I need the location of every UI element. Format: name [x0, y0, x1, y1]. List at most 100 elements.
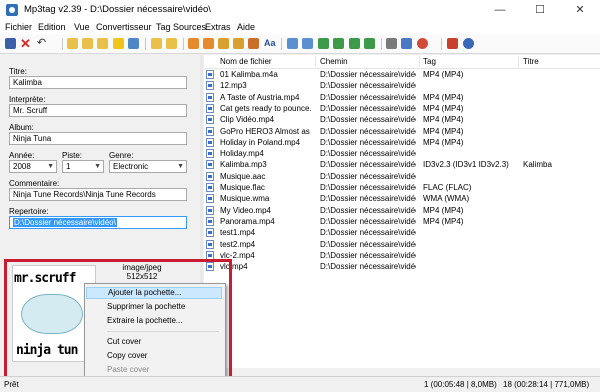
cell-name: GoPro HERO3 Almost as E... [220, 126, 312, 136]
comment-field[interactable]: Ninja Tune Records\Ninja Tune Records [9, 188, 187, 201]
menu-fichier[interactable]: Fichier [5, 22, 32, 32]
settings-icon[interactable] [447, 38, 458, 49]
year-combo[interactable]: 2008 ▼ [9, 160, 57, 173]
album-field[interactable]: Ninja Tuna [9, 132, 187, 145]
cell-name: Kalimba.mp3 [220, 160, 267, 170]
cell-path: D:\Dossier nécessaire\vidéo\ [320, 262, 416, 272]
table-row[interactable]: vlc-2.mp4 D:\Dossier nécessaire\vidéo\ [204, 250, 600, 261]
cell-tag: MP4 (MP4) [423, 216, 464, 226]
favorite-folder-icon[interactable] [97, 38, 108, 49]
file-list-scrollbar[interactable] [204, 368, 600, 376]
cell-tag: MP4 (MP4) [423, 205, 464, 215]
cell-name: vlc.mp4 [220, 262, 248, 272]
column-filename[interactable]: Nom de fichier [220, 57, 272, 66]
column-divider[interactable] [518, 56, 519, 67]
case-conversion-icon[interactable]: Aa [264, 38, 276, 49]
save-icon[interactable] [5, 38, 16, 49]
remove-tag-icon[interactable]: ✕ [20, 37, 31, 50]
cell-name: 12.mp3 [220, 81, 247, 91]
table-row[interactable]: My Video.mp4 D:\Dossier nécessaire\vidéo\… [204, 205, 600, 216]
panel-scrollbar[interactable] [188, 55, 198, 310]
table-row[interactable]: test2.mp4 D:\Dossier nécessaire\vidéo\ [204, 239, 600, 250]
cell-tag: MP4 (MP4) [423, 92, 464, 102]
text-to-tag-icon[interactable] [218, 38, 229, 49]
table-row[interactable]: Musique.wma D:\Dossier nécessaire\vidéo\ W… [204, 193, 600, 204]
menu-separator [107, 331, 219, 332]
table-row[interactable]: Holiday.mp4 D:\Dossier nécessaire\vidéo\ [204, 148, 600, 159]
menu-copy-cover[interactable]: Copy cover [86, 350, 222, 362]
close-button[interactable]: ✕ [560, 0, 600, 20]
title-field[interactable]: Kalimba [9, 76, 187, 89]
cell-tag: MP4 (MP4) [423, 103, 464, 113]
menu-edition[interactable]: Edition [38, 22, 66, 32]
table-row[interactable]: Musique.flac D:\Dossier nécessaire\vidéo\… [204, 182, 600, 193]
table-row[interactable]: A Taste of Austria.mp4 D:\Dossier nécessa… [204, 92, 600, 103]
table-row[interactable]: Cat gets ready to pounce... D:\Dossier né… [204, 103, 600, 114]
help-icon[interactable] [463, 38, 474, 49]
tag-to-filename-icon[interactable] [188, 38, 199, 49]
file-icon [206, 205, 214, 215]
table-row[interactable]: 01 Kalimba.m4a D:\Dossier nécessaire\vidé… [204, 69, 600, 80]
minimize-button[interactable]: — [480, 0, 520, 20]
playlist-icon[interactable] [386, 38, 397, 49]
folder-icon[interactable] [151, 38, 162, 49]
maximize-button[interactable]: ☐ [520, 0, 560, 20]
table-row[interactable]: 12.mp3 D:\Dossier nécessaire\vidéo\ [204, 80, 600, 91]
table-row[interactable]: Musique.aac D:\Dossier nécessaire\vidéo\ [204, 171, 600, 182]
table-row[interactable]: Kalimba.mp3 D:\Dossier nécessaire\vidéo\ I… [204, 159, 600, 170]
export-icon[interactable] [364, 38, 375, 49]
tag-sources-icon[interactable] [248, 38, 259, 49]
cell-title: Kalimba [523, 160, 552, 170]
file-icon [206, 81, 214, 91]
select-all-icon[interactable] [128, 38, 139, 49]
menu-add-cover[interactable]: Ajouter la pochette... [86, 287, 222, 299]
directory-label: Repertoire: [9, 207, 49, 216]
menu-tag-sources[interactable]: Tag Sources [156, 22, 206, 32]
file-icon [206, 70, 214, 79]
cell-name: test2.mp4 [220, 239, 256, 249]
menu-aide[interactable]: Aide [237, 22, 255, 32]
column-divider[interactable] [419, 56, 420, 67]
cell-name: Musique.wma [220, 194, 270, 204]
export-icon[interactable] [349, 38, 360, 49]
column-tag[interactable]: Tag [423, 57, 436, 66]
menu-remove-cover[interactable]: Supprimer la pochette [86, 301, 222, 313]
filename-to-tag-icon[interactable] [203, 38, 214, 49]
star-icon[interactable] [113, 38, 124, 49]
menu-extras[interactable]: Extras [205, 22, 231, 32]
folder-icon[interactable] [166, 38, 177, 49]
directory-field[interactable]: D:\Dossier nécessaire\vidéo\ [9, 216, 187, 229]
playlist-icon[interactable] [401, 38, 412, 49]
table-row[interactable]: Panorama.mp4 D:\Dossier nécessaire\vidéo\… [204, 216, 600, 227]
menu-convertisseur[interactable]: Convertisseur [96, 22, 152, 32]
genre-combo[interactable]: Electronic ▼ [109, 160, 187, 173]
open-folder-icon[interactable] [67, 38, 78, 49]
table-row[interactable]: Holiday in Poland.mp4 D:\Dossier nécessai… [204, 137, 600, 148]
table-row[interactable]: test1.mp4 D:\Dossier nécessaire\vidéo\ [204, 227, 600, 238]
column-divider[interactable] [315, 56, 316, 67]
add-folder-icon[interactable] [82, 38, 93, 49]
cover-illustration [21, 294, 83, 334]
chevron-down-icon: ▼ [94, 163, 101, 170]
artist-field[interactable]: Mr. Scruff [9, 104, 187, 117]
undo-icon[interactable]: ↶ [36, 38, 47, 49]
tag-to-tag-icon[interactable] [233, 38, 244, 49]
edit-icon[interactable] [302, 38, 313, 49]
track-combo[interactable]: 1 ▼ [62, 160, 104, 173]
table-row[interactable]: GoPro HERO3 Almost as E... D:\Dossier néc… [204, 126, 600, 137]
export-icon[interactable] [333, 38, 344, 49]
table-row[interactable]: vlc.mp4 D:\Dossier nécessaire\vidéo\ [204, 261, 600, 272]
settings-icon[interactable] [417, 38, 428, 49]
chevron-down-icon: ▼ [47, 163, 54, 170]
menu-vue[interactable]: Vue [74, 22, 90, 32]
actions-icon[interactable] [287, 38, 298, 49]
column-path[interactable]: Chemin [320, 57, 348, 66]
year-value: 2008 [13, 162, 31, 171]
file-icon [206, 103, 214, 113]
column-title[interactable]: Titre [523, 57, 539, 66]
menu-cut-cover[interactable]: Cut cover [86, 336, 222, 348]
table-row[interactable]: Clip Vidéo.mp4 D:\Dossier nécessaire\vidé… [204, 114, 600, 125]
cover-size: 512x512 [126, 272, 158, 281]
export-icon[interactable] [318, 38, 329, 49]
menu-extract-cover[interactable]: Extraire la pochette... [86, 315, 222, 327]
